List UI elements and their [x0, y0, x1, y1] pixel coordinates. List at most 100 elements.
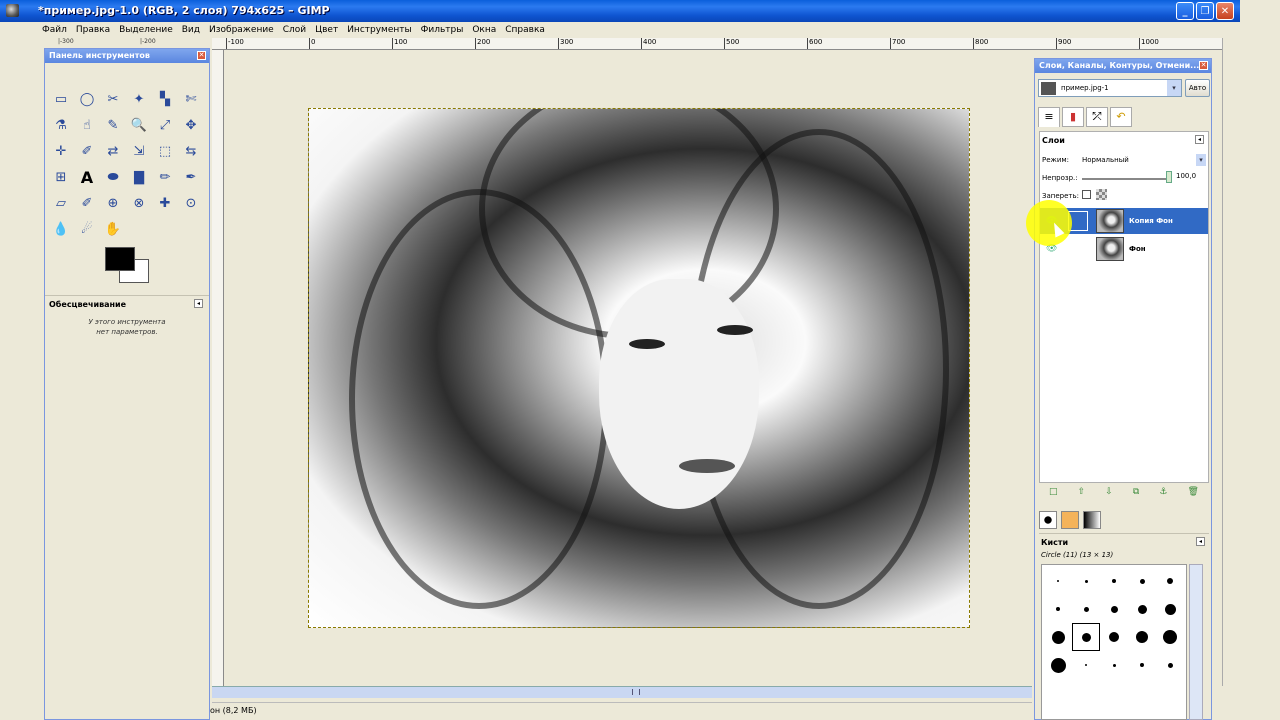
- opacity-value[interactable]: 100,0: [1176, 172, 1196, 180]
- menu-tools[interactable]: Инструменты: [347, 25, 411, 35]
- lock-pixels-checkbox[interactable]: [1082, 190, 1091, 199]
- delete-layer-icon[interactable]: 🗑: [1187, 487, 1198, 497]
- menu-layer[interactable]: Слой: [283, 25, 306, 35]
- scale-icon[interactable]: ⇲: [129, 141, 149, 161]
- color-picker-icon[interactable]: ✎: [103, 115, 123, 135]
- brush-item[interactable]: [1156, 651, 1184, 679]
- bucket-fill-icon[interactable]: ⬬: [103, 167, 123, 187]
- heal-icon[interactable]: ✚: [155, 193, 175, 213]
- tab-gradients[interactable]: [1083, 511, 1101, 529]
- move-icon[interactable]: ✥: [181, 115, 201, 135]
- brush-item-selected[interactable]: [1072, 623, 1100, 651]
- toolbox-close-button[interactable]: ✕: [197, 51, 206, 60]
- perspective-clone-icon[interactable]: ⊙: [181, 193, 201, 213]
- brush-item[interactable]: [1044, 595, 1072, 623]
- chevron-down-icon[interactable]: ▾: [1196, 154, 1206, 166]
- menu-image[interactable]: Изображение: [209, 25, 274, 35]
- raise-layer-icon[interactable]: ⇧: [1078, 487, 1086, 497]
- tab-brushes[interactable]: [1039, 511, 1057, 529]
- duplicate-layer-icon[interactable]: ⧉: [1133, 487, 1139, 497]
- ellipse-select-icon[interactable]: ◯: [77, 89, 97, 109]
- vertical-ruler[interactable]: [212, 50, 224, 690]
- brush-item[interactable]: [1128, 567, 1156, 595]
- brush-item[interactable]: [1100, 623, 1128, 651]
- menu-windows[interactable]: Окна: [472, 25, 496, 35]
- brush-item[interactable]: [1100, 567, 1128, 595]
- rect-select-icon[interactable]: ▭: [51, 89, 71, 109]
- lower-layer-icon[interactable]: ⇩: [1105, 487, 1113, 497]
- color-swatches[interactable]: [105, 247, 153, 287]
- menu-select[interactable]: Выделение: [119, 25, 173, 35]
- layer-row[interactable]: 👁 Фон: [1040, 236, 1208, 262]
- shear-icon[interactable]: ⬚: [155, 141, 175, 161]
- auto-button[interactable]: Авто: [1185, 79, 1210, 97]
- brush-item[interactable]: [1156, 567, 1184, 595]
- menu-filters[interactable]: Фильтры: [421, 25, 464, 35]
- scroll-grip[interactable]: [632, 689, 640, 695]
- eraser-icon[interactable]: ▱: [51, 193, 71, 213]
- canvas-vertical-scrollbar[interactable]: [1222, 38, 1234, 686]
- menu-view[interactable]: Вид: [182, 25, 200, 35]
- flip-icon[interactable]: ⊞: [51, 167, 71, 187]
- smudge-icon[interactable]: ☄: [77, 219, 97, 239]
- brush-item[interactable]: [1044, 567, 1072, 595]
- tab-paths[interactable]: ⤱: [1086, 107, 1108, 127]
- tool-options-menu-icon[interactable]: ◂: [194, 299, 203, 308]
- layer-name[interactable]: Фон: [1129, 245, 1146, 253]
- brush-item[interactable]: [1072, 595, 1100, 623]
- brush-item[interactable]: [1044, 651, 1072, 679]
- layers-menu-icon[interactable]: ◂: [1195, 135, 1204, 144]
- chevron-down-icon[interactable]: ▾: [1167, 80, 1181, 96]
- brush-item[interactable]: [1128, 595, 1156, 623]
- brushes-scrollbar[interactable]: [1189, 564, 1203, 720]
- brush-item[interactable]: [1156, 623, 1184, 651]
- brush-item[interactable]: [1156, 595, 1184, 623]
- new-layer-icon[interactable]: □: [1049, 487, 1058, 497]
- fuzzy-select-icon[interactable]: ✦: [129, 89, 149, 109]
- brush-item[interactable]: [1072, 567, 1100, 595]
- perspective-icon[interactable]: ⇆: [181, 141, 201, 161]
- airbrush-icon[interactable]: ✐: [77, 193, 97, 213]
- dodge-burn-icon[interactable]: ✋: [103, 219, 123, 239]
- text-tool-icon[interactable]: A: [77, 167, 97, 187]
- rotate-icon[interactable]: ⇄: [103, 141, 123, 161]
- clone-icon[interactable]: ⊗: [129, 193, 149, 213]
- brush-item[interactable]: [1072, 651, 1100, 679]
- align-icon[interactable]: ✛: [51, 141, 71, 161]
- foreground-color[interactable]: [105, 247, 135, 271]
- paths-icon[interactable]: ☝: [77, 115, 97, 135]
- image-select[interactable]: пример.jpg-1 ▾: [1038, 79, 1182, 97]
- gradient-icon[interactable]: ▇: [129, 167, 149, 187]
- zoom-icon[interactable]: 🔍: [129, 115, 149, 135]
- image-canvas[interactable]: [308, 108, 970, 628]
- blur-icon[interactable]: 💧: [51, 219, 71, 239]
- close-button[interactable]: ✕: [1216, 2, 1234, 20]
- opacity-slider-handle[interactable]: [1166, 171, 1172, 183]
- brush-item[interactable]: [1044, 623, 1072, 651]
- tab-patterns[interactable]: [1061, 511, 1079, 529]
- free-select-icon[interactable]: ✂: [103, 89, 123, 109]
- maximize-button[interactable]: ❐: [1196, 2, 1214, 20]
- lock-alpha-icon[interactable]: [1096, 189, 1107, 200]
- minimize-button[interactable]: _: [1176, 2, 1194, 20]
- menu-edit[interactable]: Правка: [76, 25, 110, 35]
- tab-channels[interactable]: ▮: [1062, 107, 1084, 127]
- tab-layers[interactable]: ≡: [1038, 107, 1060, 127]
- ink-icon[interactable]: ⊕: [103, 193, 123, 213]
- horizontal-scrollbar[interactable]: [212, 686, 1032, 698]
- brush-item[interactable]: [1128, 623, 1156, 651]
- menu-color[interactable]: Цвет: [315, 25, 338, 35]
- opacity-slider[interactable]: [1082, 178, 1166, 180]
- menu-file[interactable]: Файл: [42, 25, 67, 35]
- foreground-select-icon[interactable]: ⚗: [51, 115, 71, 135]
- color-select-icon[interactable]: ▚: [155, 89, 175, 109]
- brush-item[interactable]: [1128, 651, 1156, 679]
- dock-close-button[interactable]: ✕: [1199, 61, 1208, 70]
- pencil-icon[interactable]: ✏: [155, 167, 175, 187]
- layer-name[interactable]: Копия Фон: [1129, 217, 1173, 225]
- brushes-menu-icon[interactable]: ◂: [1196, 537, 1205, 546]
- crop-icon[interactable]: ✐: [77, 141, 97, 161]
- mode-select[interactable]: Нормальный ▾: [1078, 154, 1206, 166]
- menu-help[interactable]: Справка: [505, 25, 545, 35]
- brush-item[interactable]: [1100, 651, 1128, 679]
